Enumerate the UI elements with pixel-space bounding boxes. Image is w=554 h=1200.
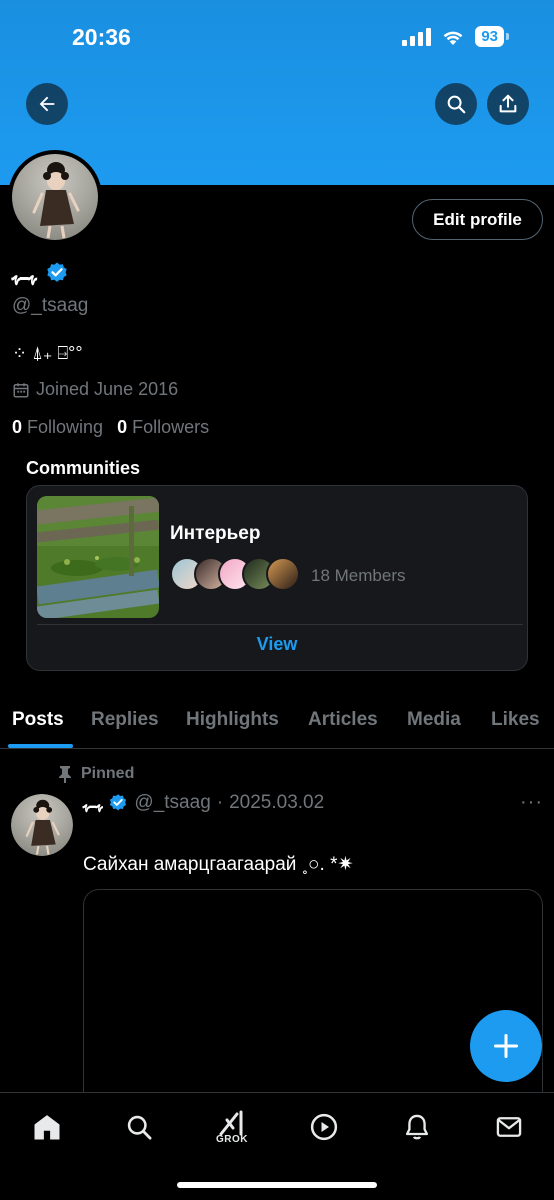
cellular-signal-icon [402, 27, 432, 46]
plus-icon [493, 1033, 519, 1059]
search-icon [447, 95, 466, 114]
community-image [37, 496, 159, 618]
nav-video[interactable] [304, 1107, 344, 1147]
share-icon [499, 94, 517, 113]
post-date[interactable]: 2025.03.02 [229, 792, 324, 814]
communities-heading: Communities [26, 458, 141, 478]
nav-notifications[interactable] [397, 1107, 437, 1147]
notifications-icon [405, 1114, 429, 1140]
nav-home[interactable] [27, 1107, 67, 1147]
messages-icon [496, 1117, 522, 1137]
pin-icon [59, 766, 71, 783]
profile-avatar[interactable] [8, 150, 102, 244]
following-link[interactable]: 0 Following [12, 417, 103, 438]
following-count: 0 [12, 417, 23, 437]
post-header: ﮩـ‌ﮩ @_tsaag · 2025.03.02 [83, 791, 324, 814]
following-label: Following [27, 417, 104, 437]
battery-indicator: 93 [475, 26, 509, 47]
member-avatar [266, 557, 300, 591]
post-separator: · [216, 791, 224, 813]
nav-messages[interactable] [489, 1107, 529, 1147]
search-button[interactable] [435, 83, 477, 125]
profile-tabs: Posts Replies Highlights Articles Media … [0, 700, 554, 749]
home-indicator[interactable] [177, 1182, 377, 1188]
edit-profile-button[interactable]: Edit profile [412, 199, 543, 240]
followers-link[interactable]: 0 Followers [117, 417, 209, 438]
profile-handle: @_tsaag [12, 295, 89, 316]
tab-articles[interactable]: Articles [308, 709, 378, 731]
followers-count: 0 [117, 417, 128, 437]
status-time: 20:36 [72, 24, 131, 50]
tab-posts[interactable]: Posts [12, 709, 64, 731]
tab-replies[interactable]: Replies [91, 709, 159, 731]
community-member-avatars [170, 557, 300, 591]
tab-highlights[interactable]: Highlights [186, 709, 279, 731]
post-author-avatar[interactable] [11, 794, 73, 856]
nav-grok[interactable]: GROK [212, 1107, 252, 1147]
more-options-icon[interactable]: ··· [520, 791, 543, 814]
pinned-indicator: Pinned [57, 765, 134, 783]
post-media[interactable] [83, 889, 543, 1119]
home-icon [34, 1115, 60, 1140]
community-view-button[interactable]: View [27, 634, 527, 655]
followers-label: Followers [132, 417, 210, 437]
profile-bio: ⁘ ⍋₊ ⍈°° [12, 343, 83, 363]
post-author-name[interactable]: ﮩـ‌ﮩ [83, 791, 102, 814]
tab-likes[interactable]: Likes [491, 709, 540, 731]
back-arrow-icon [39, 96, 55, 112]
verified-badge-icon[interactable] [45, 261, 69, 285]
status-icons: 93 [402, 26, 509, 47]
joined-text: Joined June 2016 [36, 379, 179, 399]
joined-date: Joined June 2016 [12, 379, 178, 400]
profile-name-row: ﮩـ‌ﮩ [12, 258, 69, 287]
tab-media[interactable]: Media [407, 709, 461, 731]
active-tab-indicator [8, 744, 73, 748]
wifi-icon [443, 31, 463, 45]
community-card[interactable]: Интерьер 18 Members View [26, 485, 528, 671]
nav-search[interactable] [119, 1107, 159, 1147]
community-name: Интерьер [170, 523, 261, 544]
doll-figure-icon [32, 162, 80, 239]
profile-name: ﮩـ‌ﮩ [12, 259, 37, 286]
follow-stats: 0 Following 0 Followers [12, 417, 209, 438]
doll-figure-icon [25, 799, 60, 855]
pinned-label: Pinned [81, 765, 135, 782]
share-button[interactable] [487, 83, 529, 125]
video-icon [310, 1113, 338, 1141]
verified-badge-icon [110, 793, 127, 810]
grok-icon [219, 1110, 243, 1135]
community-members-count: 18 Members [311, 566, 406, 585]
post-author-handle[interactable]: @_tsaag [134, 792, 210, 814]
calendar-icon [13, 382, 29, 397]
back-button[interactable] [26, 83, 68, 125]
divider [37, 624, 523, 625]
compose-button[interactable] [470, 1010, 542, 1082]
search-icon [127, 1115, 152, 1140]
grok-label: GROK [216, 1133, 248, 1145]
post-text: Сайхан амарцгаагаарай ˳○. *✷ [83, 854, 354, 875]
